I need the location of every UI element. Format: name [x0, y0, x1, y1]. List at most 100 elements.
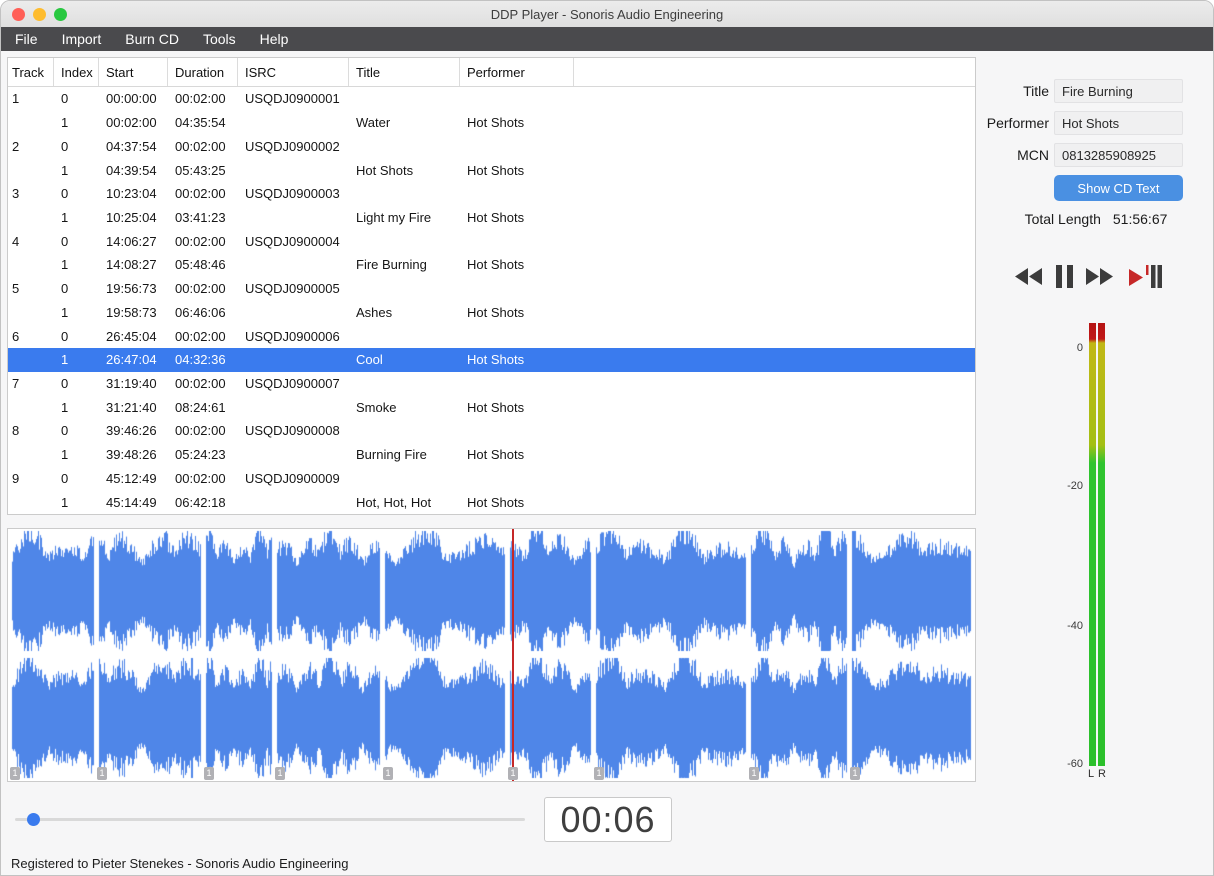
cell-performer: Hot Shots	[467, 494, 525, 510]
minimize-button[interactable]	[33, 8, 46, 21]
cell-start: 19:56:73	[106, 281, 157, 297]
cell-duration: 06:42:18	[175, 494, 226, 510]
cell-start: 04:39:54	[106, 162, 157, 178]
cell-index: 1	[61, 257, 69, 273]
slider-thumb[interactable]	[27, 813, 40, 826]
menu-item-tools[interactable]: Tools	[191, 27, 248, 51]
cell-duration: 05:43:25	[175, 162, 226, 178]
cell-index: 0	[61, 470, 69, 486]
cell-performer: Hot Shots	[467, 162, 525, 178]
table-row[interactable]: 1 39:48:26 05:24:23 Burning Fire Hot Shots	[8, 443, 975, 467]
table-row[interactable]: 6 0 26:45:04 00:02:00 USQDJ0900006	[8, 324, 975, 348]
table-row[interactable]: 1 10:25:04 03:41:23 Light my Fire Hot Shots	[8, 206, 975, 230]
mcn-field-row: MCN	[977, 143, 1183, 167]
cell-duration: 00:02:00	[175, 91, 226, 107]
cell-title: Water	[356, 115, 391, 131]
cell-index: 0	[61, 233, 69, 249]
cell-track: 4	[12, 233, 20, 249]
cell-performer: Hot Shots	[467, 447, 525, 463]
total-length-label: Total Length	[1024, 211, 1101, 227]
track-index-marker[interactable]: 1	[97, 767, 107, 780]
show-cd-text-button[interactable]: Show CD Text	[1054, 175, 1183, 201]
table-row[interactable]: 1 04:39:54 05:43:25 Hot Shots Hot Shots	[8, 158, 975, 182]
table-row[interactable]: 1 14:08:27 05:48:46 Fire Burning Hot Shots	[8, 253, 975, 277]
fast-forward-icon	[1086, 267, 1113, 285]
cell-performer: Hot Shots	[467, 257, 525, 273]
cell-title: Cool	[356, 352, 383, 368]
track-index-marker[interactable]: 1	[594, 767, 604, 780]
close-button[interactable]	[12, 8, 25, 21]
table-row[interactable]: 1 45:14:49 06:42:18 Hot, Hot, Hot Hot Shots	[8, 490, 975, 514]
table-row[interactable]: 9 0 45:12:49 00:02:00 USQDJ0900009	[8, 467, 975, 491]
cell-duration: 04:35:54	[175, 115, 226, 131]
meter-scale-label: -20	[1067, 480, 1083, 492]
track-index-marker[interactable]: 1	[508, 767, 518, 780]
cell-track: 9	[12, 470, 20, 486]
fast-forward-button[interactable]	[1086, 267, 1114, 285]
track-index-marker[interactable]: 1	[850, 767, 860, 780]
track-index-marker[interactable]: 1	[383, 767, 393, 780]
table-row[interactable]: 1 0 00:00:00 00:02:00 USQDJ0900001	[8, 87, 975, 111]
pause-button[interactable]	[1056, 264, 1073, 288]
status-bar: Registered to Pieter Stenekes - Sonoris …	[11, 856, 349, 871]
track-index-marker[interactable]: 1	[275, 767, 285, 780]
rewind-icon	[1015, 267, 1042, 285]
cell-title: Light my Fire	[356, 209, 432, 225]
table-row-selected[interactable]: 1 26:47:04 04:32:36 Cool Hot Shots	[8, 347, 975, 372]
table-row[interactable]: 8 0 39:46:26 00:02:00 USQDJ0900008	[8, 419, 975, 443]
cell-duration: 04:32:36	[175, 352, 226, 368]
cell-performer: Hot Shots	[467, 209, 525, 225]
title-input[interactable]	[1054, 79, 1183, 103]
table-row[interactable]: 2 0 04:37:54 00:02:00 USQDJ0900002	[8, 134, 975, 158]
slider-track[interactable]	[15, 818, 525, 821]
column-header-title[interactable]: Title	[349, 58, 460, 86]
cell-isrc: USQDJ0900002	[245, 138, 340, 154]
cell-start: 14:08:27	[106, 257, 157, 273]
cell-duration: 00:02:00	[175, 138, 226, 154]
title-field-row: Title	[977, 79, 1183, 103]
column-header-isrc[interactable]: ISRC	[238, 58, 349, 86]
column-header-track[interactable]: Track	[8, 58, 54, 86]
cell-start: 00:02:00	[106, 115, 157, 131]
cell-isrc: USQDJ0900003	[245, 186, 340, 202]
position-slider	[15, 811, 525, 827]
cell-title: Smoke	[356, 399, 397, 415]
table-row[interactable]: 7 0 31:19:40 00:02:00 USQDJ0900007	[8, 372, 975, 396]
track-index-marker[interactable]: 1	[749, 767, 759, 780]
waveform-display[interactable]	[8, 529, 975, 781]
track-index-marker[interactable]: 1	[10, 767, 20, 780]
column-header-performer[interactable]: Performer	[460, 58, 574, 86]
level-meter-right	[1098, 323, 1105, 766]
table-row[interactable]: 1 31:21:40 08:24:61 Smoke Hot Shots	[8, 395, 975, 419]
table-row[interactable]: 1 19:58:73 06:46:06 Ashes Hot Shots	[8, 300, 975, 324]
rewind-button[interactable]	[1015, 267, 1043, 285]
column-header-duration[interactable]: Duration	[168, 58, 238, 86]
menu-item-file[interactable]: File	[3, 27, 50, 51]
performer-input[interactable]	[1054, 111, 1183, 135]
track-index-marker[interactable]: 1	[204, 767, 214, 780]
play-to-marker-button[interactable]	[1127, 263, 1162, 290]
column-header-index[interactable]: Index	[54, 58, 99, 86]
cell-index: 1	[61, 352, 69, 368]
zoom-button[interactable]	[54, 8, 67, 21]
menu-item-import[interactable]: Import	[50, 27, 114, 51]
menu-item-help[interactable]: Help	[248, 27, 301, 51]
cell-duration: 05:24:23	[175, 447, 226, 463]
mcn-label: MCN	[1017, 147, 1049, 163]
table-row[interactable]: 3 0 10:23:04 00:02:00 USQDJ0900003	[8, 182, 975, 206]
menu-item-burn-cd[interactable]: Burn CD	[113, 27, 191, 51]
cell-duration: 00:02:00	[175, 233, 226, 249]
cell-index: 0	[61, 423, 69, 439]
table-row[interactable]: 4 0 14:06:27 00:02:00 USQDJ0900004	[8, 229, 975, 253]
column-header-start[interactable]: Start	[99, 58, 168, 86]
cell-track: 8	[12, 423, 20, 439]
channel-label-left: L	[1088, 768, 1095, 780]
cell-start: 19:58:73	[106, 304, 157, 320]
table-body: 1 0 00:00:00 00:02:00 USQDJ0900001 1 00:02:00 0…	[8, 87, 975, 514]
table-row[interactable]: 5 0 19:56:73 00:02:00 USQDJ0900005	[8, 277, 975, 301]
mcn-input[interactable]	[1054, 143, 1183, 167]
playhead	[512, 529, 514, 781]
cell-index: 1	[61, 447, 69, 463]
cell-track: 3	[12, 186, 20, 202]
table-row[interactable]: 1 00:02:00 04:35:54 Water Hot Shots	[8, 111, 975, 135]
